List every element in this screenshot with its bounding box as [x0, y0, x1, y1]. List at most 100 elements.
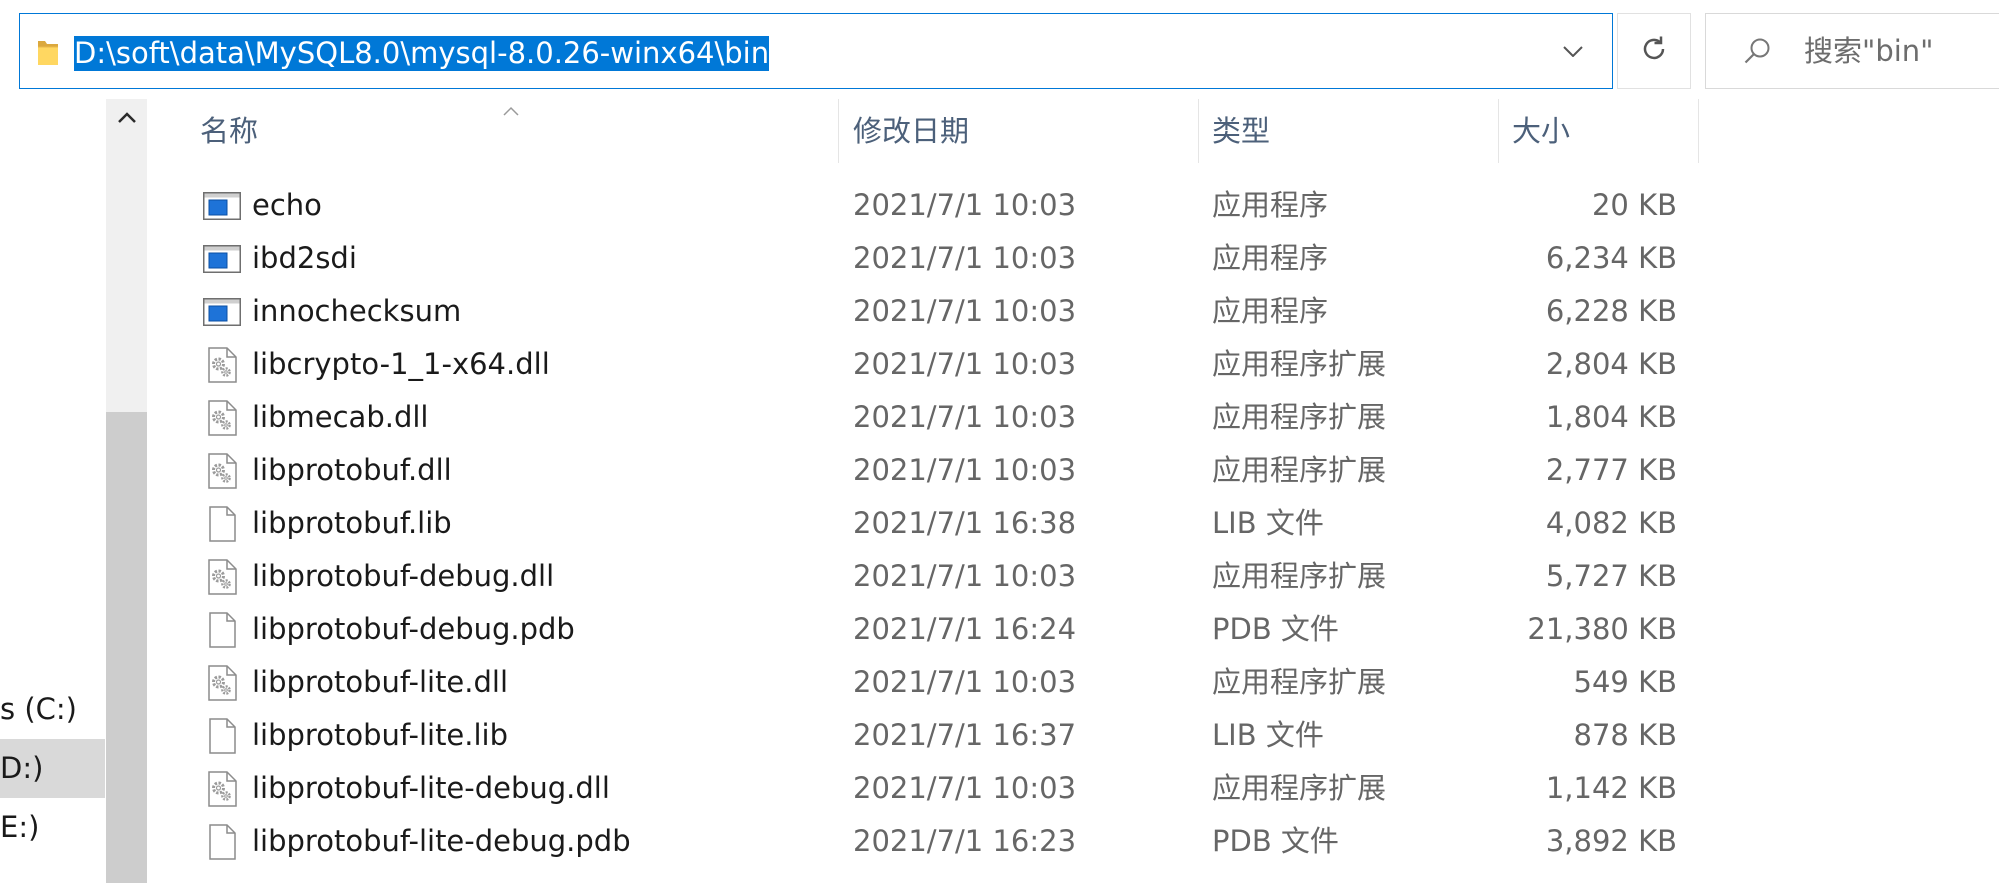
nav-item-c-drive[interactable]: s (C:) [0, 680, 105, 739]
file-row[interactable]: libprotobuf-debug.dll 2021/7/1 10:03 应用程序扩… [150, 550, 1999, 603]
file-type: 应用程序扩展 [1212, 559, 1387, 593]
file-row[interactable]: libprotobuf-lite-debug.pdb 2021/7/1 16:23… [150, 815, 1999, 868]
file-size: 2,777 KB [1545, 453, 1677, 487]
application-icon [202, 232, 242, 285]
dll-icon [202, 338, 242, 391]
file-type: LIB 文件 [1212, 718, 1324, 752]
file-type: 应用程序 [1212, 188, 1329, 222]
file-name: libprotobuf-lite.lib [252, 718, 509, 752]
file-type: PDB 文件 [1212, 612, 1339, 646]
dll-icon [202, 444, 242, 497]
file-type: 应用程序 [1212, 241, 1329, 275]
scrollbar-thumb[interactable] [106, 412, 147, 883]
refresh-icon [1639, 34, 1669, 68]
chevron-up-icon [117, 108, 136, 127]
file-name: echo [252, 188, 322, 222]
address-bar[interactable]: D:\soft\data\MySQL8.0\mysql-8.0.26-winx6… [19, 13, 1613, 89]
refresh-button[interactable] [1617, 13, 1691, 89]
dll-icon [202, 391, 242, 444]
navigation-pane: s (C:) D:) E:) [0, 99, 105, 883]
column-separator[interactable] [1498, 99, 1499, 163]
file-name: libprotobuf.lib [252, 506, 452, 540]
file-row[interactable]: ibd2sdi 2021/7/1 10:03 应用程序 6,234 KB [150, 232, 1999, 285]
file-name: innochecksum [252, 294, 462, 328]
file-size: 1,142 KB [1545, 771, 1677, 805]
file-modified-date: 2021/7/1 16:24 [853, 612, 1077, 646]
application-icon [202, 179, 242, 232]
column-separator[interactable] [838, 99, 839, 163]
file-row[interactable]: libprotobuf.dll 2021/7/1 10:03 应用程序扩展 2,777… [150, 444, 1999, 497]
file-name: libmecab.dll [252, 400, 429, 434]
nav-scrollbar[interactable] [106, 99, 147, 883]
file-row[interactable]: libmecab.dll 2021/7/1 10:03 应用程序扩展 1,804 KB [150, 391, 1999, 444]
file-type: PDB 文件 [1212, 824, 1339, 858]
file-size: 20 KB [1591, 188, 1677, 222]
file-icon [202, 709, 242, 762]
file-modified-date: 2021/7/1 16:37 [853, 718, 1077, 752]
chevron-down-icon [1563, 42, 1583, 61]
nav-item-d-drive[interactable]: D:) [0, 739, 105, 798]
file-size: 6,228 KB [1545, 294, 1677, 328]
file-row[interactable]: libprotobuf.lib 2021/7/1 16:38 LIB 文件 4,082… [150, 497, 1999, 550]
file-modified-date: 2021/7/1 10:03 [853, 347, 1077, 381]
file-modified-date: 2021/7/1 10:03 [853, 453, 1077, 487]
file-name: ibd2sdi [252, 241, 357, 275]
dll-icon [202, 762, 242, 815]
file-row[interactable]: libprotobuf-debug.pdb 2021/7/1 16:24 PDB 文… [150, 603, 1999, 656]
scroll-up-button[interactable] [106, 99, 147, 135]
file-modified-date: 2021/7/1 10:03 [853, 559, 1077, 593]
file-row[interactable]: innochecksum 2021/7/1 10:03 应用程序 6,228 KB [150, 285, 1999, 338]
file-type: 应用程序 [1212, 294, 1329, 328]
file-modified-date: 2021/7/1 16:38 [853, 506, 1077, 540]
column-name-header[interactable]: 名称 [200, 99, 258, 163]
address-dropdown-button[interactable] [1554, 32, 1592, 70]
file-type: 应用程序扩展 [1212, 771, 1387, 805]
file-size: 1,804 KB [1545, 400, 1677, 434]
application-icon [202, 285, 242, 338]
file-row[interactable]: libprotobuf-lite-debug.dll 2021/7/1 10:03… [150, 762, 1999, 815]
file-icon [202, 815, 242, 868]
file-row[interactable]: libcrypto-1_1-x64.dll 2021/7/1 10:03 应用程序扩… [150, 338, 1999, 391]
column-separator[interactable] [1698, 99, 1699, 163]
file-name: libprotobuf-lite.dll [252, 665, 509, 699]
file-type: 应用程序扩展 [1212, 400, 1387, 434]
file-modified-date: 2021/7/1 10:03 [853, 400, 1077, 434]
file-name: libprotobuf.dll [252, 453, 452, 487]
file-name: libprotobuf-lite-debug.pdb [252, 824, 631, 858]
file-type: 应用程序扩展 [1212, 665, 1387, 699]
file-size: 3,892 KB [1545, 824, 1677, 858]
file-modified-date: 2021/7/1 16:23 [853, 824, 1077, 858]
file-size: 4,082 KB [1545, 506, 1677, 540]
file-modified-date: 2021/7/1 10:03 [853, 771, 1077, 805]
file-row[interactable]: libprotobuf-lite.dll 2021/7/1 10:03 应用程序扩展… [150, 656, 1999, 709]
file-name: libprotobuf-debug.pdb [252, 612, 575, 646]
file-size: 6,234 KB [1545, 241, 1677, 275]
column-separator[interactable] [1198, 99, 1199, 163]
nav-item-e-drive[interactable]: E:) [0, 798, 105, 857]
file-type: 应用程序扩展 [1212, 347, 1387, 381]
file-modified-date: 2021/7/1 10:03 [853, 665, 1077, 699]
column-size-header[interactable]: 大小 [1512, 99, 1570, 163]
address-path[interactable]: D:\soft\data\MySQL8.0\mysql-8.0.26-winx6… [74, 36, 770, 71]
column-type-header[interactable]: 类型 [1212, 99, 1270, 163]
file-name: libcrypto-1_1-x64.dll [252, 347, 550, 381]
dll-icon [202, 550, 242, 603]
search-box[interactable] [1705, 13, 1999, 89]
column-header: 名称 修改日期 类型 大小 [150, 99, 1999, 163]
file-explorer-window: D:\soft\data\MySQL8.0\mysql-8.0.26-winx6… [0, 0, 1999, 883]
file-size: 878 KB [1573, 718, 1677, 752]
search-input[interactable] [1804, 14, 1994, 88]
folder-icon [37, 38, 59, 66]
file-size: 549 KB [1573, 665, 1677, 699]
file-modified-date: 2021/7/1 10:03 [853, 188, 1077, 222]
file-row[interactable]: libprotobuf-lite.lib 2021/7/1 16:37 LIB 文件… [150, 709, 1999, 762]
file-icon [202, 603, 242, 656]
file-name: libprotobuf-lite-debug.dll [252, 771, 610, 805]
sort-ascending-icon [503, 101, 519, 116]
dll-icon [202, 656, 242, 709]
file-modified-date: 2021/7/1 10:03 [853, 241, 1077, 275]
file-row[interactable]: echo 2021/7/1 10:03 应用程序 20 KB [150, 179, 1999, 232]
file-modified-date: 2021/7/1 10:03 [853, 294, 1077, 328]
file-icon [202, 497, 242, 550]
column-date-header[interactable]: 修改日期 [853, 99, 969, 163]
